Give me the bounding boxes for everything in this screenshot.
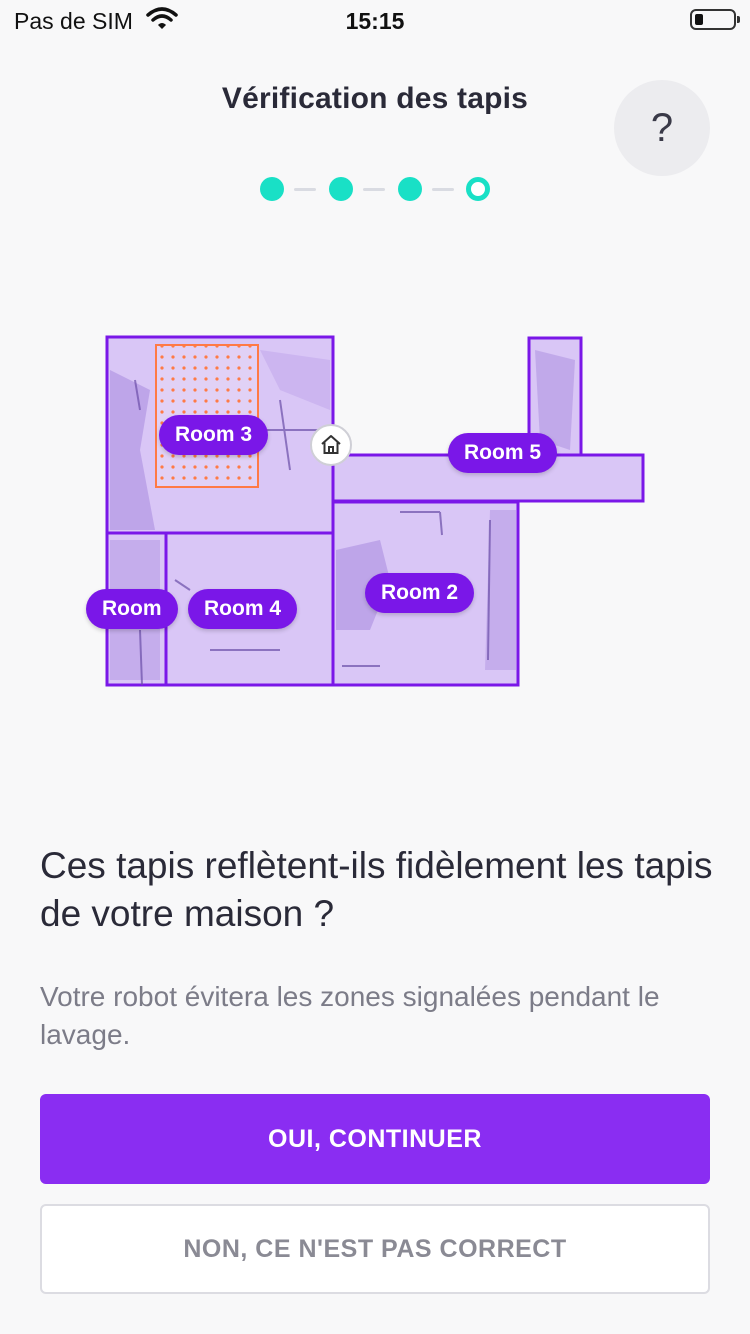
home-icon [310, 424, 352, 466]
floor-map[interactable]: Room 3 Room 5 Room 2 Room Room 4 [80, 330, 660, 700]
floor-plan [105, 335, 645, 687]
room-label-room-3[interactable]: Room 3 [159, 415, 269, 455]
step-dot-3 [398, 177, 422, 201]
step-divider [363, 188, 385, 191]
confirm-button-label: OUI, CONTINUER [268, 1124, 482, 1153]
room-label-room-4[interactable]: Room 4 [188, 589, 298, 629]
clock: 15:15 [345, 8, 405, 34]
step-dot-4-current [466, 177, 490, 201]
room-label-room-5[interactable]: Room 5 [448, 433, 558, 473]
help-button[interactable]: ? [614, 80, 710, 176]
room-label-room[interactable]: Room [86, 589, 178, 629]
reject-button[interactable]: NON, CE N'EST PAS CORRECT [40, 1204, 710, 1294]
question-text: Ces tapis reflètent-ils fidèlement les t… [40, 845, 713, 934]
confirm-button[interactable]: OUI, CONTINUER [40, 1094, 710, 1184]
status-bar: Pas de SIM 15:15 [0, 0, 750, 40]
reject-button-label: NON, CE N'EST PAS CORRECT [183, 1234, 567, 1263]
step-divider [432, 188, 454, 191]
progress-stepper [258, 176, 494, 202]
room-label-room-2[interactable]: Room 2 [365, 573, 475, 613]
step-dot-2 [329, 177, 353, 201]
help-label: ? [650, 105, 674, 150]
step-dot-1 [260, 177, 284, 201]
battery-icon [690, 9, 740, 30]
step-divider [294, 188, 316, 191]
info-text: Votre robot évitera les zones signalées … [40, 981, 660, 1050]
